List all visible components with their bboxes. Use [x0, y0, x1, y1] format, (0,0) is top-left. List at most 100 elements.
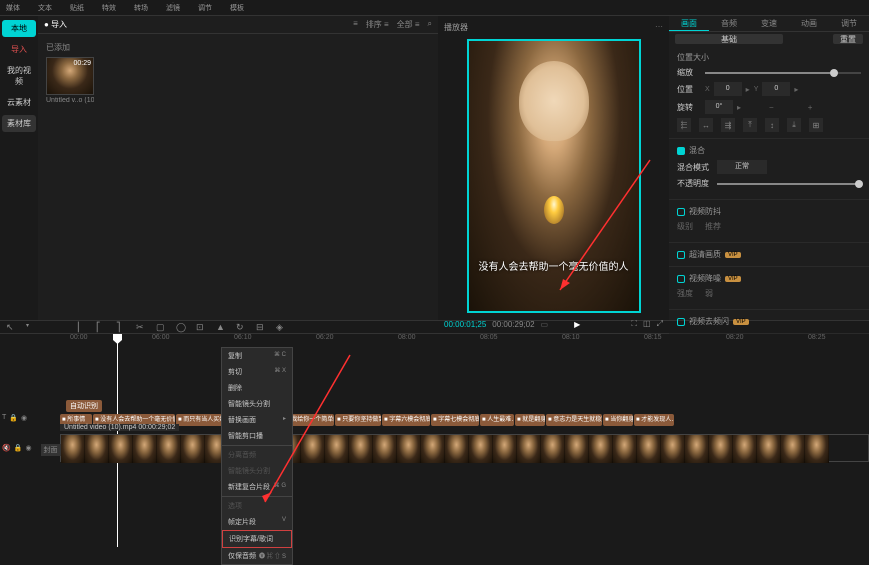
ctx-智能剪口播[interactable]: 智能剪口播 — [222, 428, 292, 444]
ctx-剪切[interactable]: 剪切⌘ X — [222, 364, 292, 380]
menu-filter[interactable]: 滤镜 — [166, 2, 180, 13]
align-mid-icon[interactable]: ↕ — [765, 118, 779, 132]
video-frame[interactable] — [733, 435, 757, 463]
sidebar-myvideo[interactable]: 我的视频 — [2, 62, 36, 90]
track-caption-icon[interactable]: T — [2, 414, 6, 422]
mirror-icon[interactable]: ▲ — [216, 322, 226, 332]
pos-x-input[interactable]: 0 — [714, 82, 742, 96]
chevron-down-icon[interactable]: ▾ — [26, 322, 36, 332]
video-frame[interactable] — [589, 435, 613, 463]
sidebar-library[interactable]: 素材库 — [2, 115, 36, 132]
menu-transition[interactable]: 转场 — [134, 2, 148, 13]
mixmode-select[interactable]: 正常 — [717, 160, 767, 174]
filter-dropdown[interactable]: 全部 ≡ — [397, 19, 420, 30]
ctx-仅保音频[interactable]: 仅保音频🅥 ⌘ ⇧ S — [222, 548, 292, 564]
video-frame[interactable] — [373, 435, 397, 463]
ctx-识别字幕/歌词[interactable]: 识别字幕/歌词 — [222, 530, 292, 548]
video-frame[interactable] — [397, 435, 421, 463]
video-frame[interactable] — [493, 435, 517, 463]
crop-icon[interactable]: ⊡ — [196, 322, 206, 332]
opacity-slider[interactable] — [717, 183, 861, 185]
video-frame[interactable] — [421, 435, 445, 463]
video-frame[interactable] — [613, 435, 637, 463]
btn-reset[interactable]: 重置 — [833, 34, 863, 44]
menu-effect[interactable]: 特效 — [102, 2, 116, 13]
video-frame[interactable] — [349, 435, 373, 463]
align-center-icon[interactable]: ↔ — [699, 118, 713, 132]
track-mute-icon[interactable]: 🔇 — [2, 444, 11, 456]
ctx-新建复合片段[interactable]: 新建复合片段⌘ G — [222, 479, 292, 495]
track-eye-icon[interactable]: ◉ — [25, 444, 31, 456]
tab-adjust[interactable]: 调节 — [829, 16, 869, 31]
track-lock-icon[interactable]: 🔒 — [14, 444, 23, 456]
video-frame[interactable] — [301, 435, 325, 463]
video-frame[interactable] — [61, 435, 85, 463]
view-icon[interactable]: ≡ — [353, 19, 358, 30]
btn-basic[interactable]: 基础 — [675, 34, 783, 44]
play-button[interactable]: ▶ — [574, 320, 580, 329]
sidebar-import[interactable]: 导入 — [2, 41, 36, 58]
sidebar-local[interactable]: 本地 — [2, 20, 36, 37]
rotate-input[interactable]: 0° — [705, 100, 733, 114]
video-frame[interactable] — [445, 435, 469, 463]
pos-y-input[interactable]: 0 — [762, 82, 790, 96]
trim-left-icon[interactable]: ⎡ — [96, 322, 106, 332]
video-frame[interactable] — [709, 435, 733, 463]
scale-slider[interactable] — [705, 72, 861, 74]
menu-sticker[interactable]: 贴纸 — [70, 2, 84, 13]
track-lock-icon[interactable]: 🔒 — [9, 414, 18, 422]
search-icon[interactable]: ⌕ — [428, 19, 432, 30]
ctx-智能镜头分割[interactable]: 智能镜头分割 — [222, 396, 292, 412]
chroma-check[interactable] — [677, 208, 685, 216]
video-frame[interactable] — [517, 435, 541, 463]
video-frame[interactable] — [181, 435, 205, 463]
sidebar-cloud[interactable]: 云素材 — [2, 94, 36, 111]
video-frame[interactable] — [781, 435, 805, 463]
split-icon[interactable]: ⎮ — [76, 322, 86, 332]
video-frame[interactable] — [565, 435, 589, 463]
tab-speed[interactable]: 变速 — [749, 16, 789, 31]
ctx-删除[interactable]: 删除 — [222, 380, 292, 396]
scale-icon[interactable]: ⛶ — [631, 319, 637, 329]
rect-icon[interactable]: ▢ — [156, 322, 166, 332]
align-top-icon[interactable]: ⤒ — [743, 118, 757, 132]
ai-icon[interactable]: ◈ — [276, 322, 286, 332]
tab-anim[interactable]: 动画 — [789, 16, 829, 31]
ctx-帧定片段[interactable]: 帧定片段V — [222, 514, 292, 530]
video-frame[interactable] — [157, 435, 181, 463]
ctx-替换画面[interactable]: 替换画面▸ — [222, 412, 292, 428]
tab-video[interactable]: 画面 — [669, 16, 709, 31]
media-thumb[interactable]: 00:29 Untitled v..o (10).mp4 — [46, 57, 94, 104]
beauty-check[interactable] — [677, 251, 685, 259]
video-frame[interactable] — [637, 435, 661, 463]
tab-audio[interactable]: 音频 — [709, 16, 749, 31]
video-frame[interactable] — [109, 435, 133, 463]
align-right-icon[interactable]: ⇶ — [721, 118, 735, 132]
menu-adjust[interactable]: 调节 — [198, 2, 212, 13]
ratio-icon[interactable]: ▭ — [541, 320, 549, 329]
video-frame[interactable] — [469, 435, 493, 463]
track-eye-icon[interactable]: ◉ — [21, 414, 27, 422]
video-frame[interactable] — [661, 435, 685, 463]
circle-icon[interactable]: ◯ — [176, 322, 186, 332]
video-frame[interactable] — [757, 435, 781, 463]
mix-check[interactable] — [677, 147, 685, 155]
preview-canvas[interactable]: 没有人会去帮助一个毫无价值的人 — [467, 39, 641, 313]
cut-icon[interactable]: ✂ — [136, 322, 146, 332]
dedup-check[interactable] — [677, 318, 685, 326]
timeline-ruler[interactable]: 00:00 06:00 06:10 06:20 08:00 08:05 08:1… — [0, 334, 869, 346]
align-left-icon[interactable]: ⬱ — [677, 118, 691, 132]
video-frame[interactable] — [685, 435, 709, 463]
menu-media[interactable]: 媒体 — [6, 2, 20, 13]
align-extra-icon[interactable]: ⊞ — [809, 118, 823, 132]
video-frame[interactable] — [133, 435, 157, 463]
cursor-tool-icon[interactable]: ↖ — [6, 322, 16, 332]
denoise-check[interactable] — [677, 275, 685, 283]
ctx-复制[interactable]: 复制⌘ C — [222, 348, 292, 364]
video-track[interactable]: 🔇🔒◉封面 Untitled video (10).mp4 00:00:29;0… — [60, 434, 869, 474]
track-cover-icon[interactable]: 封面 — [41, 444, 61, 456]
video-frame[interactable] — [85, 435, 109, 463]
crop2-icon[interactable]: ⊟ — [256, 322, 266, 332]
caption-track[interactable]: T🔒◉ 自动识别 ■ 所事情 ■ 没有人会去帮助一个毫无价值的人 ■ 而只有当人… — [60, 414, 869, 428]
rotate-icon[interactable]: ↻ — [236, 322, 246, 332]
